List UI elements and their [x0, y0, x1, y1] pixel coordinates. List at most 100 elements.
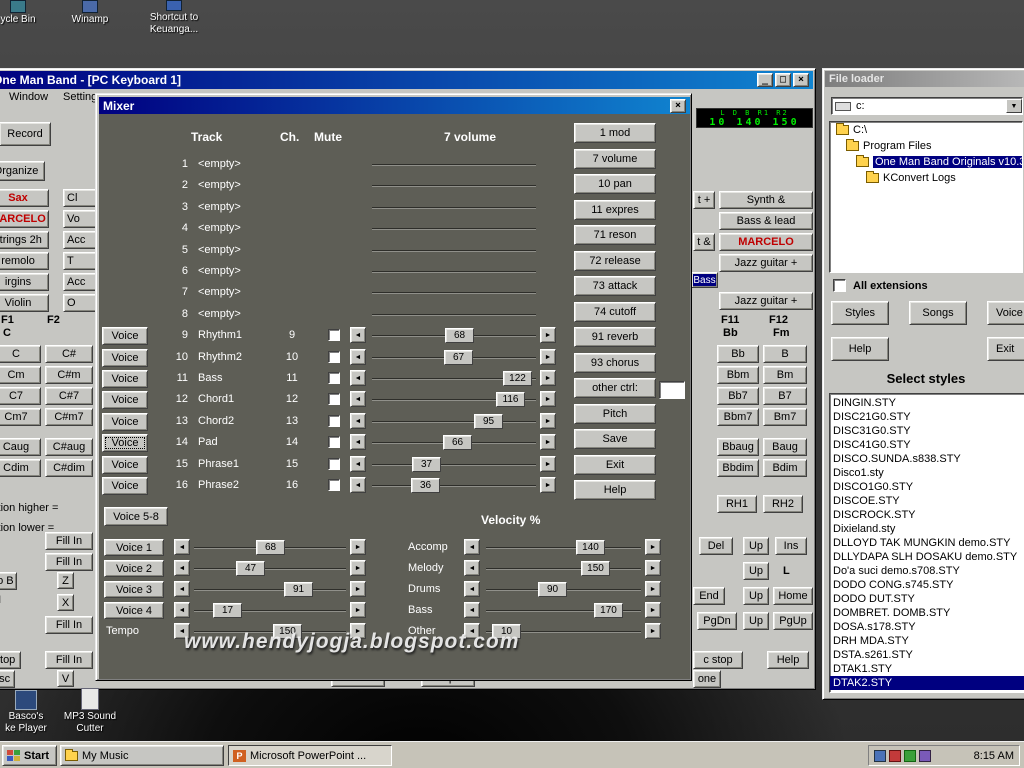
bass-chip[interactable]: Bass	[691, 272, 718, 288]
chord-button[interactable]: Bbm	[717, 366, 759, 384]
right-arrow-icon[interactable]: ►	[350, 581, 366, 597]
right-arrow-icon[interactable]: ►	[645, 560, 661, 576]
ctrl-attack-button[interactable]: 73 attack	[574, 276, 656, 296]
voice-slot-button[interactable]: irgins	[0, 273, 49, 291]
voice58-button[interactable]: Voice 5-8	[104, 507, 168, 526]
all-extensions-checkbox[interactable]	[833, 279, 846, 292]
volume-thumb[interactable]: 36	[411, 478, 440, 493]
ctrl-expres-button[interactable]: 11 expres	[574, 200, 656, 220]
file-item[interactable]: Disco1.sty	[830, 466, 1024, 480]
chord-button[interactable]: C#aug	[45, 438, 93, 456]
desktop-icon-winamp[interactable]: Winamp	[58, 0, 122, 26]
style-part-button[interactable]: t &	[693, 233, 715, 251]
pgup-button[interactable]: PgUp	[773, 612, 813, 630]
volume-thumb[interactable]: 95	[474, 414, 503, 429]
file-item[interactable]: Do'a suci demo.s708.STY	[830, 564, 1024, 578]
slider-track[interactable]	[372, 250, 536, 252]
desktop-icon-recycle-bin[interactable]: ycle Bin	[0, 0, 50, 26]
right-arrow-icon[interactable]: ►	[350, 602, 366, 618]
chord-button[interactable]: C7	[0, 387, 41, 405]
fill-in-button[interactable]: Fill In	[45, 651, 93, 669]
left-arrow-icon[interactable]: ◄	[174, 560, 190, 576]
slider-thumb[interactable]: 91	[284, 582, 313, 597]
ctrl-mod-button[interactable]: 1 mod	[574, 123, 656, 143]
ctrl-other-button[interactable]: other ctrl:	[574, 378, 656, 398]
voice-slot-button[interactable]: Sax	[0, 189, 49, 207]
display-tray-icon[interactable]	[874, 749, 886, 762]
slider-track[interactable]: 68	[372, 328, 536, 343]
file-item[interactable]: DTAK1.STY	[830, 662, 1024, 676]
done-button[interactable]: one	[693, 670, 721, 688]
voice-button[interactable]: Voice	[102, 349, 148, 367]
right-arrow-icon[interactable]: ►	[540, 477, 556, 493]
right-arrow-icon[interactable]: ►	[540, 391, 556, 407]
slider-thumb[interactable]: 150	[581, 561, 610, 576]
pgdn-button[interactable]: PgDn	[697, 612, 737, 630]
chord-button[interactable]: B7	[763, 387, 807, 405]
slider-track[interactable]: 116	[372, 392, 536, 407]
organize-button[interactable]: Organize	[0, 161, 45, 181]
chord-button[interactable]: Bb7	[717, 387, 759, 405]
voice-slot-button[interactable]: strings 2h	[0, 231, 49, 249]
slider-track[interactable]: 90	[486, 582, 641, 597]
tree-item[interactable]: KConvert Logs	[830, 170, 1022, 186]
left-arrow-icon[interactable]: ◄	[174, 602, 190, 618]
voice-button[interactable]: Voice	[102, 413, 148, 431]
intro-b-button[interactable]: tro B	[0, 572, 17, 590]
file-item[interactable]: Dixieland.sty	[830, 522, 1024, 536]
taskbar-task-powerpoint[interactable]: P Microsoft PowerPoint ...	[228, 745, 392, 766]
volume-thumb[interactable]: 37	[412, 457, 441, 472]
rh2-button[interactable]: RH2	[763, 495, 803, 513]
file-item-selected[interactable]: DTAK2.STY	[830, 676, 1024, 690]
antivirus-tray-icon[interactable]	[889, 749, 901, 762]
slider-track[interactable]: 17	[194, 603, 346, 618]
left-arrow-icon[interactable]: ◄	[350, 349, 366, 365]
up-button[interactable]: Up	[743, 537, 769, 555]
right-arrow-icon[interactable]: ►	[540, 349, 556, 365]
chord-button[interactable]: C#m7	[45, 408, 93, 426]
voice-button[interactable]: Voice	[102, 391, 148, 409]
tree-item[interactable]: C:\	[830, 122, 1022, 138]
key-z-button[interactable]: Z	[57, 572, 74, 589]
help-button[interactable]: Help	[831, 337, 889, 361]
menu-window[interactable]: Window	[9, 91, 48, 103]
left-arrow-icon[interactable]: ◄	[174, 581, 190, 597]
voice-slot-button[interactable]: MARCELO	[0, 210, 49, 228]
chord-button[interactable]: C#7	[45, 387, 93, 405]
save-button[interactable]: Save	[574, 429, 656, 449]
left-arrow-icon[interactable]: ◄	[350, 370, 366, 386]
stop-button[interactable]: Stop	[0, 651, 21, 669]
ctrl-chorus-button[interactable]: 93 chorus	[574, 353, 656, 373]
panic-stop-button[interactable]: c stop	[693, 651, 743, 669]
ctrl-pan-button[interactable]: 10 pan	[574, 174, 656, 194]
chord-button[interactable]: Cm7	[0, 408, 41, 426]
slider-track[interactable]: 68	[194, 540, 346, 555]
desktop-icon-juke-player[interactable]: Basco's ke Player	[0, 690, 58, 735]
slider-track[interactable]: 150	[486, 561, 641, 576]
desktop-icon-shortcut[interactable]: Shortcut to Keuanga...	[142, 0, 206, 36]
end-button[interactable]: End	[693, 587, 725, 605]
key-x-button[interactable]: X	[57, 594, 74, 611]
mute-checkbox[interactable]	[328, 393, 340, 405]
voice-button[interactable]: Voice	[102, 370, 148, 388]
up-button[interactable]: Up	[743, 612, 769, 630]
mixer-titlebar[interactable]: Mixer ×	[99, 97, 690, 114]
rh1-button[interactable]: RH1	[717, 495, 757, 513]
exit-button[interactable]: Exit	[574, 455, 656, 475]
slider-thumb[interactable]: 17	[213, 603, 242, 618]
right-arrow-icon[interactable]: ►	[540, 434, 556, 450]
left-arrow-icon[interactable]: ◄	[350, 413, 366, 429]
slider-track[interactable]: 170	[486, 603, 641, 618]
chord-button[interactable]: Bbm7	[717, 408, 759, 426]
slider-track[interactable]	[372, 207, 536, 209]
voice1-button[interactable]: Voice 1	[104, 539, 164, 556]
file-item[interactable]: DISCOE.STY	[830, 494, 1024, 508]
record-button[interactable]: Record	[0, 122, 51, 146]
style-part-button[interactable]: Jazz guitar +	[719, 254, 813, 272]
mute-checkbox[interactable]	[328, 436, 340, 448]
volume-thumb[interactable]: 66	[443, 435, 472, 450]
home-button[interactable]: Home	[773, 587, 813, 605]
volume-thumb[interactable]: 116	[496, 392, 525, 407]
file-item[interactable]: DODO DUT.STY	[830, 592, 1024, 606]
style-part-button[interactable]: Jazz guitar +	[719, 292, 813, 310]
